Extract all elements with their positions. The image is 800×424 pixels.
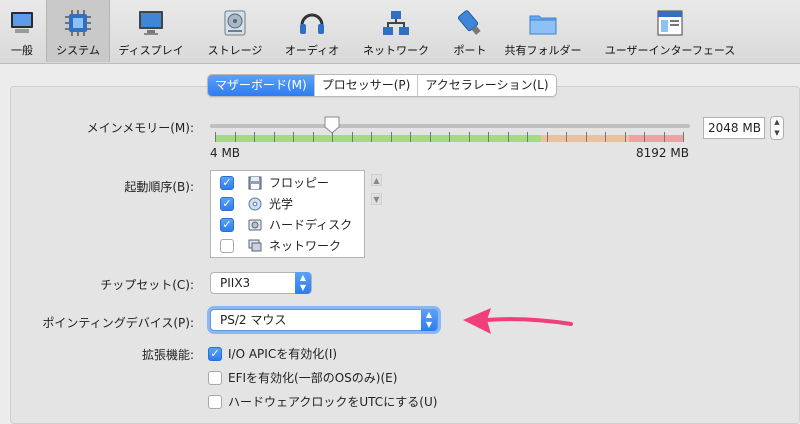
memory-scale-tick bbox=[332, 132, 333, 142]
memory-scale-tick bbox=[644, 132, 645, 142]
boot-item-floppy[interactable]: ✓ フロッピー bbox=[211, 172, 364, 193]
memory-scale-tick bbox=[390, 132, 392, 142]
memory-scale-tick bbox=[449, 132, 450, 142]
memory-scale-tick bbox=[663, 132, 665, 142]
memory-range-safe bbox=[215, 135, 541, 142]
toolbar-port[interactable]: ポート bbox=[446, 0, 494, 62]
memory-min-label: 4 MB bbox=[210, 146, 241, 160]
chipset-label: チップセット(C): bbox=[100, 278, 194, 292]
boot-order-list: ✓ フロッピー ✓ 光学 ✓ ハードディスク ネットワーク bbox=[210, 170, 365, 258]
boot-item-optical[interactable]: ✓ 光学 bbox=[211, 193, 364, 214]
memory-scale-tick bbox=[488, 132, 489, 142]
memory-scale-tick bbox=[507, 132, 509, 142]
hard-disk-icon bbox=[247, 218, 263, 232]
boot-optical-checkbox[interactable]: ✓ bbox=[220, 196, 234, 211]
memory-scale-tick bbox=[624, 132, 626, 142]
io-apic-checkbox[interactable]: ✓ bbox=[208, 346, 222, 361]
memory-value-field[interactable]: 2048 MB bbox=[703, 117, 765, 139]
toolbar-general[interactable]: 一般 bbox=[2, 0, 42, 62]
chevron-updown-icon: ▲ ▼ bbox=[295, 272, 311, 294]
system-icon bbox=[60, 8, 96, 38]
boot-floppy-checkbox[interactable]: ✓ bbox=[220, 175, 234, 190]
network-icon bbox=[378, 8, 414, 38]
toolbar-system[interactable]: システム bbox=[46, 0, 110, 62]
pointing-device-select[interactable]: PS/2 マウス ▲ ▼ bbox=[210, 309, 438, 331]
move-up-button[interactable]: ▲ bbox=[371, 174, 382, 186]
shared-folder-icon bbox=[525, 8, 561, 38]
memory-scale-tick bbox=[410, 132, 411, 142]
toolbar-audio[interactable]: オーディオ bbox=[280, 0, 344, 62]
tab-motherboard[interactable]: マザーボード(M) bbox=[208, 75, 315, 96]
memory-scale-tick bbox=[273, 132, 275, 142]
memory-stepper[interactable]: ▲ ▼ bbox=[770, 116, 784, 140]
memory-scale-tick bbox=[527, 132, 528, 142]
memory-scale-tick bbox=[566, 132, 567, 142]
chipset-select[interactable]: PIIX3 ▲ ▼ bbox=[210, 272, 312, 294]
memory-label: メインメモリー(M): bbox=[86, 121, 194, 135]
audio-icon bbox=[294, 8, 330, 38]
memory-scale-tick bbox=[351, 132, 353, 142]
feature-io-apic[interactable]: ✓ I/O APICを有効化(I) bbox=[208, 345, 337, 362]
memory-scale-tick bbox=[585, 132, 587, 142]
chevron-updown-icon: ▲ ▼ bbox=[421, 309, 437, 331]
memory-scale-tick bbox=[312, 132, 314, 142]
memory-scale-tick bbox=[683, 132, 684, 142]
utc-clock-checkbox[interactable] bbox=[208, 394, 222, 409]
memory-range-danger bbox=[629, 135, 683, 142]
boot-order-label: 起動順序(B): bbox=[124, 180, 194, 194]
boot-network-checkbox[interactable] bbox=[220, 238, 234, 253]
general-icon bbox=[4, 8, 40, 38]
memory-scale-tick bbox=[429, 132, 431, 142]
settings-toolbar: 一般 システム ディスプレイ ストレージ オーディオ ネットワーク ポート 共有… bbox=[0, 0, 800, 64]
optical-disc-icon bbox=[247, 197, 263, 211]
feature-efi[interactable]: EFIを有効化(一部のOSのみ)(E) bbox=[208, 369, 397, 386]
tab-processor[interactable]: プロセッサー(P) bbox=[315, 75, 419, 96]
memory-scale-tick bbox=[605, 132, 606, 142]
feature-utc-clock[interactable]: ハードウェアクロックをUTCにする(U) bbox=[208, 393, 437, 410]
storage-icon bbox=[217, 8, 253, 38]
toolbar-display[interactable]: ディスプレイ bbox=[115, 0, 187, 62]
boot-hard-disk-checkbox[interactable]: ✓ bbox=[220, 217, 234, 232]
memory-max-label: 8192 MB bbox=[636, 146, 689, 160]
efi-checkbox[interactable] bbox=[208, 370, 222, 385]
display-icon bbox=[133, 8, 169, 38]
floppy-icon bbox=[247, 176, 263, 190]
toolbar-shared-folders[interactable]: 共有フォルダー bbox=[500, 0, 586, 62]
memory-scale-tick bbox=[468, 132, 470, 142]
move-down-button[interactable]: ▼ bbox=[371, 193, 382, 205]
network-boot-icon bbox=[247, 239, 263, 253]
memory-scale-tick bbox=[546, 132, 548, 142]
toolbar-storage[interactable]: ストレージ bbox=[202, 0, 268, 62]
pointing-device-label: ポインティングデバイス(P): bbox=[42, 316, 194, 330]
memory-scale-tick bbox=[215, 132, 216, 142]
boot-item-network[interactable]: ネットワーク bbox=[211, 235, 364, 256]
memory-slider-track[interactable] bbox=[210, 124, 690, 128]
user-interface-icon bbox=[652, 8, 688, 38]
memory-scale-tick bbox=[234, 132, 236, 142]
port-icon bbox=[452, 8, 488, 38]
memory-scale-tick bbox=[371, 132, 372, 142]
boot-item-hard-disk[interactable]: ✓ ハードディスク bbox=[211, 214, 364, 235]
annotation-arrow bbox=[463, 308, 573, 334]
toolbar-user-interface[interactable]: ユーザーインターフェース bbox=[600, 0, 740, 62]
memory-scale-tick bbox=[293, 132, 294, 142]
memory-scale-tick bbox=[254, 132, 255, 142]
tab-bar: マザーボード(M) プロセッサー(P) アクセラレーション(L) bbox=[207, 74, 557, 97]
features-label: 拡張機能: bbox=[141, 348, 194, 362]
tab-acceleration[interactable]: アクセラレーション(L) bbox=[418, 75, 555, 96]
toolbar-network[interactable]: ネットワーク bbox=[357, 0, 435, 62]
